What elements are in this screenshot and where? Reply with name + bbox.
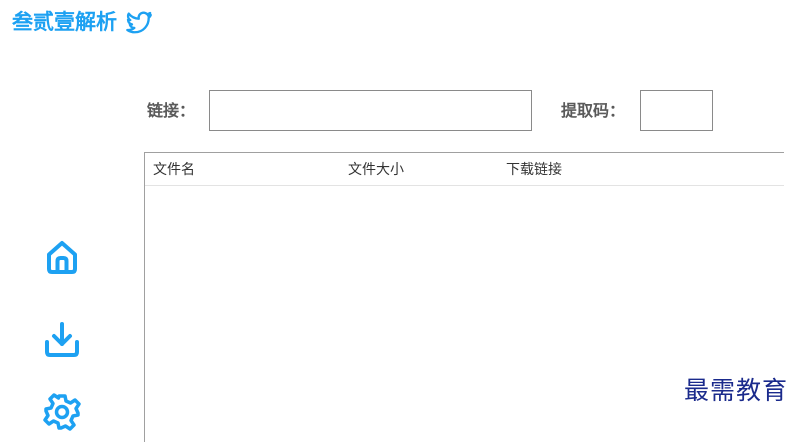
link-label: 链接： <box>147 101 196 120</box>
home-icon[interactable] <box>42 237 82 277</box>
extraction-code-label: 提取码： <box>561 101 626 120</box>
extraction-code-input[interactable] <box>640 90 713 131</box>
column-header-filesize[interactable]: 文件大小 <box>348 161 404 179</box>
app-header: 叁贰壹解析 <box>12 7 153 37</box>
column-header-filename[interactable]: 文件名 <box>153 161 195 179</box>
watermark-text: 最需教育 <box>684 376 789 405</box>
twitter-bird-icon <box>126 11 152 34</box>
link-input[interactable] <box>209 90 532 131</box>
settings-icon[interactable] <box>42 392 82 432</box>
download-icon[interactable] <box>42 320 82 360</box>
file-table-header: 文件名 文件大小 下载链接 <box>145 153 784 186</box>
column-header-download-link[interactable]: 下载链接 <box>506 161 562 179</box>
app-title: 叁贰壹解析 <box>12 10 117 34</box>
